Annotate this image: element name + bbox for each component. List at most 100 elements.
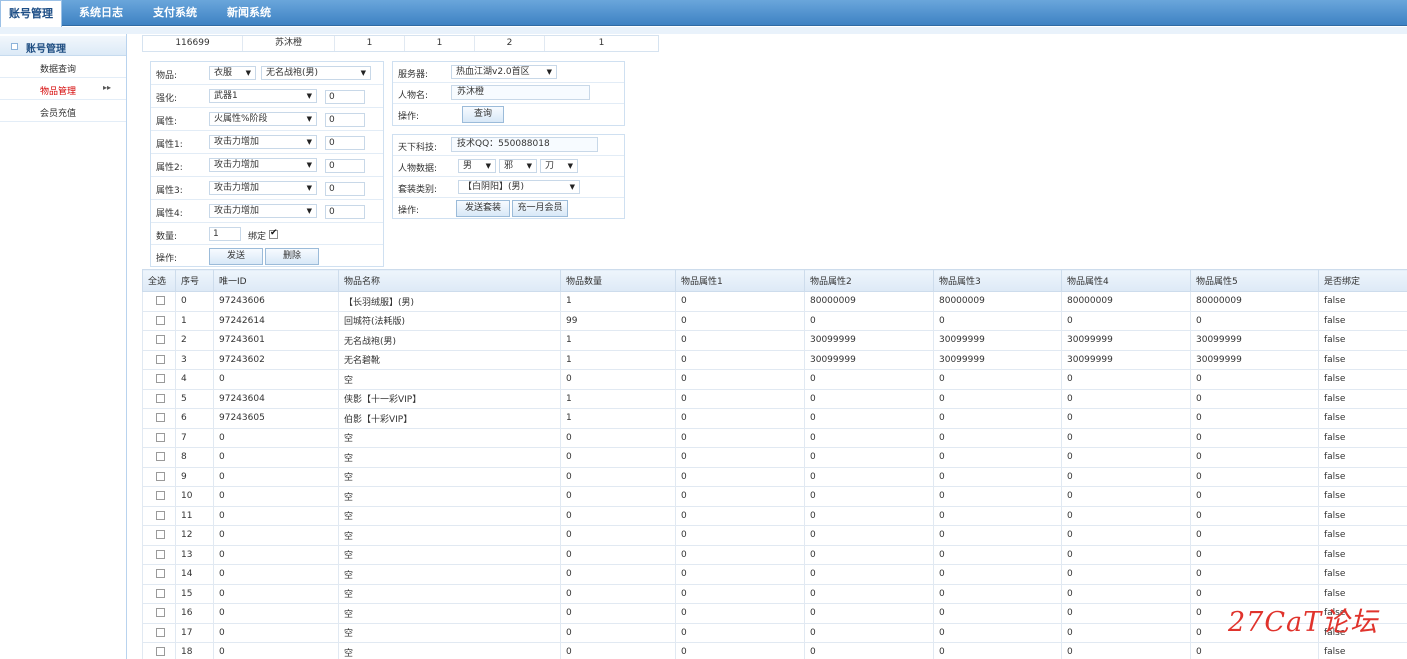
table-cell: 30099999 [804, 330, 934, 351]
table-cell: 6 [175, 408, 214, 429]
table-row[interactable]: 15 0 空 0 0 0 0 0 0 false [142, 583, 1407, 604]
row-select-cell [142, 583, 176, 604]
row-checkbox[interactable] [156, 393, 165, 403]
table-cell: 0 [804, 486, 934, 507]
table-row[interactable]: 16 0 空 0 0 0 0 0 0 false [142, 603, 1407, 624]
attr3-value-input[interactable]: 0 [325, 182, 365, 196]
table-cell: 0 [1061, 564, 1191, 585]
table-row[interactable]: 9 0 空 0 0 0 0 0 0 false [142, 466, 1407, 487]
table-row[interactable]: 4 0 空 0 0 0 0 0 0 false [142, 369, 1407, 390]
row-checkbox[interactable] [156, 374, 165, 384]
table-cell: 30099999 [1190, 349, 1319, 370]
enhance-value-input[interactable]: 0 [325, 90, 365, 104]
tab-payment-system[interactable]: 支付系统 [140, 0, 210, 26]
row-checkbox[interactable] [156, 452, 165, 462]
row-checkbox[interactable] [156, 471, 165, 481]
sidebar-item-vip-recharge[interactable]: 会员充值 [0, 101, 126, 122]
table-cell: false [1318, 525, 1407, 546]
table-row[interactable]: 2 97243601 无名战袍(男) 1 0 30099999 30099999 300999… [142, 330, 1407, 351]
row-checkbox[interactable] [156, 510, 165, 520]
table-row[interactable]: 0 97243606 【长羽绒服】(男) 1 0 80000009 80000009 8000… [142, 291, 1407, 312]
attr4-select[interactable]: 攻击力增加 ▼ [209, 204, 317, 218]
send-button[interactable]: 发送 [209, 248, 263, 265]
row-checkbox[interactable] [156, 335, 165, 345]
row-checkbox[interactable] [156, 354, 165, 364]
character-name-row: 人物名: 苏沐橙 [393, 83, 624, 104]
table-cell: 0 [213, 564, 339, 585]
enhance-select[interactable]: 武器1 ▼ [209, 89, 317, 103]
recharge-vip-button[interactable]: 充一月会员 [512, 200, 568, 217]
table-cell: 0 [1061, 447, 1191, 468]
attr-select[interactable]: 火属性%阶段 ▼ [209, 112, 317, 126]
table-cell: 0 [675, 544, 805, 565]
table-cell: 14 [175, 564, 214, 585]
tab-system-log[interactable]: 系统日志 [66, 0, 136, 26]
item-name-select[interactable]: 无名战袍(男) ▼ [261, 66, 371, 80]
row-checkbox[interactable] [156, 647, 165, 657]
attr1-select[interactable]: 攻击力增加 ▼ [209, 135, 317, 149]
select-all-header[interactable]: 全选 [142, 269, 176, 292]
attr3-select[interactable]: 攻击力增加 ▼ [209, 181, 317, 195]
delete-button[interactable]: 删除 [265, 248, 319, 265]
chevron-down-icon: ▼ [306, 184, 312, 192]
item-table: 全选 序号 唯一ID 物品名称 物品数量 物品属性1 物品属性2 物品属性3 物… [142, 269, 1407, 659]
row-checkbox[interactable] [156, 315, 165, 325]
table-row[interactable]: 10 0 空 0 0 0 0 0 0 false [142, 486, 1407, 507]
attr2-value-input[interactable]: 0 [325, 159, 365, 173]
row-checkbox[interactable] [156, 432, 165, 442]
table-cell: 0 [804, 447, 934, 468]
table-cell: 0 [933, 466, 1062, 487]
faction-select[interactable]: 邪 ▼ [499, 159, 537, 173]
table-row[interactable]: 7 0 空 0 0 0 0 0 0 false [142, 427, 1407, 448]
table-row[interactable]: 1 97242614 回城符(法耗版) 99 0 0 0 0 0 false [142, 310, 1407, 331]
row-checkbox[interactable] [156, 608, 165, 618]
attr-value-input[interactable]: 0 [325, 113, 365, 127]
bind-checkbox[interactable] [269, 228, 278, 239]
attr2-select[interactable]: 攻击力增加 ▼ [209, 158, 317, 172]
table-row[interactable]: 17 0 空 0 0 0 0 0 0 false [142, 622, 1407, 643]
row-checkbox[interactable] [156, 569, 165, 579]
tab-account-management[interactable]: 账号管理 [0, 0, 62, 27]
table-cell: 0 [933, 447, 1062, 468]
top-nav: 账号管理 系统日志 支付系统 新闻系统 [0, 0, 1407, 27]
row-checkbox[interactable] [156, 627, 165, 637]
table-cell: 0 [560, 564, 676, 585]
table-row[interactable]: 14 0 空 0 0 0 0 0 0 false [142, 564, 1407, 585]
table-row[interactable]: 18 0 空 0 0 0 0 0 0 false [142, 642, 1407, 659]
character-name-input[interactable]: 苏沐橙 [451, 85, 590, 100]
sidebar-item-item-management[interactable]: 物品管理 ▸▸ [0, 79, 126, 100]
table-row[interactable]: 6 97243605 伯影【十彩VIP】 1 0 0 0 0 0 false [142, 408, 1407, 429]
sidebar-item-data-query[interactable]: 数据查询 [0, 57, 126, 78]
query-button[interactable]: 查询 [462, 106, 504, 123]
operation-label: 操作: [398, 112, 420, 122]
send-suit-button[interactable]: 发送套装 [456, 200, 510, 217]
row-checkbox[interactable] [156, 296, 165, 306]
row-checkbox[interactable] [156, 588, 165, 598]
table-row[interactable]: 5 97243604 侠影【十一彩VIP】 1 0 0 0 0 0 false [142, 388, 1407, 409]
table-row[interactable]: 11 0 空 0 0 0 0 0 0 false [142, 505, 1407, 526]
gender-select[interactable]: 男 ▼ [458, 159, 496, 173]
row-checkbox[interactable] [156, 530, 165, 540]
row-select-cell [142, 525, 176, 546]
table-row[interactable]: 3 97243602 无名碧靴 1 0 30099999 30099999 30099999 3… [142, 349, 1407, 370]
row-checkbox[interactable] [156, 413, 165, 423]
quantity-input[interactable]: 1 [209, 227, 241, 241]
attr4-value-input[interactable]: 0 [325, 205, 365, 219]
chevron-down-icon: ▼ [306, 207, 312, 215]
suit-type-select[interactable]: 【白阴阳】(男) ▼ [458, 180, 580, 194]
table-row[interactable]: 13 0 空 0 0 0 0 0 0 false [142, 544, 1407, 565]
row-checkbox[interactable] [156, 491, 165, 501]
row-select-cell [142, 544, 176, 565]
attr1-value-input[interactable]: 0 [325, 136, 365, 150]
server-select[interactable]: 热血江湖v2.0首区 ▼ [451, 65, 557, 79]
weapon-select[interactable]: 刀 ▼ [540, 159, 578, 173]
table-cell: 0 [1061, 603, 1191, 624]
item-category-select[interactable]: 衣服 ▼ [209, 66, 256, 80]
row-checkbox[interactable] [156, 549, 165, 559]
sidebar-header[interactable]: 账号管理 [0, 36, 126, 56]
table-cell: 0 [213, 369, 339, 390]
table-cell: 0 [1061, 525, 1191, 546]
tab-news-system[interactable]: 新闻系统 [214, 0, 284, 26]
table-row[interactable]: 8 0 空 0 0 0 0 0 0 false [142, 447, 1407, 468]
table-row[interactable]: 12 0 空 0 0 0 0 0 0 false [142, 525, 1407, 546]
